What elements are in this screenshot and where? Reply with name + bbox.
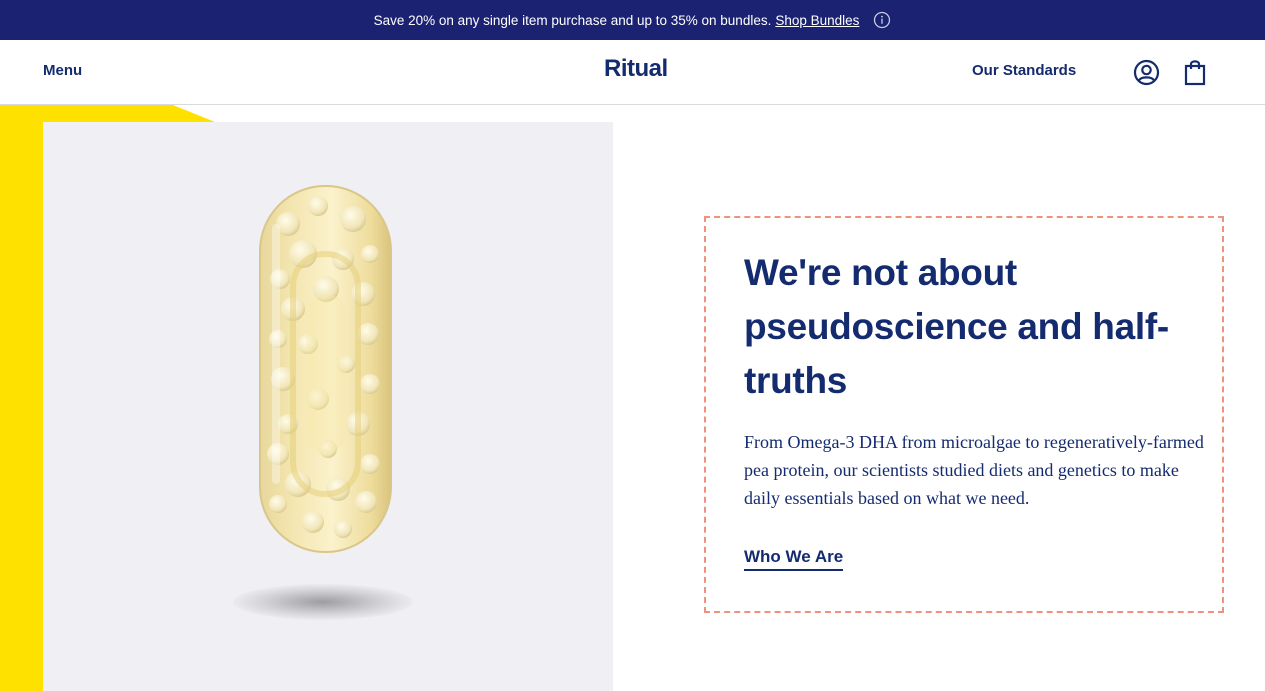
shopping-bag-icon[interactable] [1182,58,1208,86]
hero-body-text: From Omega-3 DHA from microalgae to rege… [744,432,1204,508]
capsule-image [43,122,613,691]
account-icon[interactable] [1133,59,1160,86]
promo-banner: Save 20% on any single item purchase and… [0,0,1265,40]
promo-message: Save 20% on any single item purchase and… [373,12,772,28]
who-we-are-link[interactable]: Who We Are [744,547,844,571]
shop-bundles-link[interactable]: Shop Bundles [775,13,859,28]
hero-content-card: We're not about pseudoscience and half-t… [704,216,1224,613]
capsule-illustration [259,185,392,553]
capsule-shadow [233,584,413,620]
site-header: Menu Ritual Our Standards [0,40,1265,105]
info-icon[interactable] [873,11,891,29]
hero-headline: We're not about pseudoscience and half-t… [744,252,1169,401]
our-standards-link[interactable]: Our Standards [972,62,1076,79]
logo[interactable]: Ritual [604,55,668,83]
menu-button[interactable]: Menu [43,62,82,79]
